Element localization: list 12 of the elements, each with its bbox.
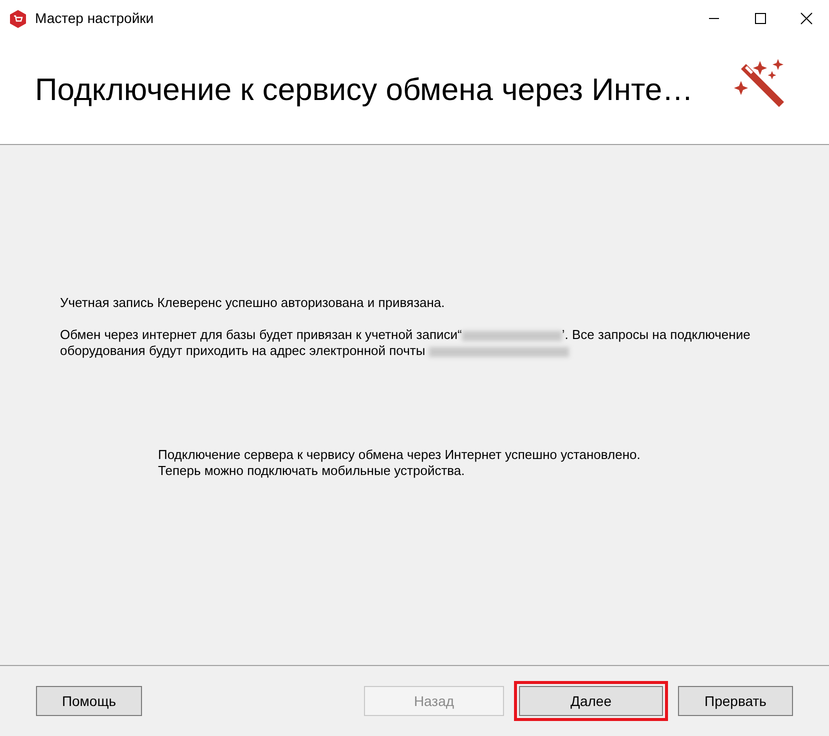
binding-text: Обмен через интернет для базы будет привязан к учетной записи“ (60, 327, 462, 342)
window-title: Мастер настройки (35, 9, 154, 28)
binding-text: ’. Все запросы на подключение (562, 327, 750, 342)
wizard-button[interactable]: Прервать (678, 686, 793, 716)
app-logo-icon (9, 10, 27, 28)
result-text: Теперь можно подключать мобильные устройства. (158, 463, 466, 479)
help-button[interactable]: Помощь (36, 686, 142, 716)
result-text: Подключение сервера к червису обмена через Интернет успешно установлено. (158, 447, 640, 463)
wizard-button[interactable]: Далее (519, 686, 663, 716)
binding-text: оборудования будут приходить на адрес электронной почты (60, 343, 426, 358)
page-heading: Подключение к сервису обмена через Инте… (35, 71, 694, 110)
status-text: Учетная запись Клеверенс успешно авторизована и привязана. (60, 295, 446, 311)
